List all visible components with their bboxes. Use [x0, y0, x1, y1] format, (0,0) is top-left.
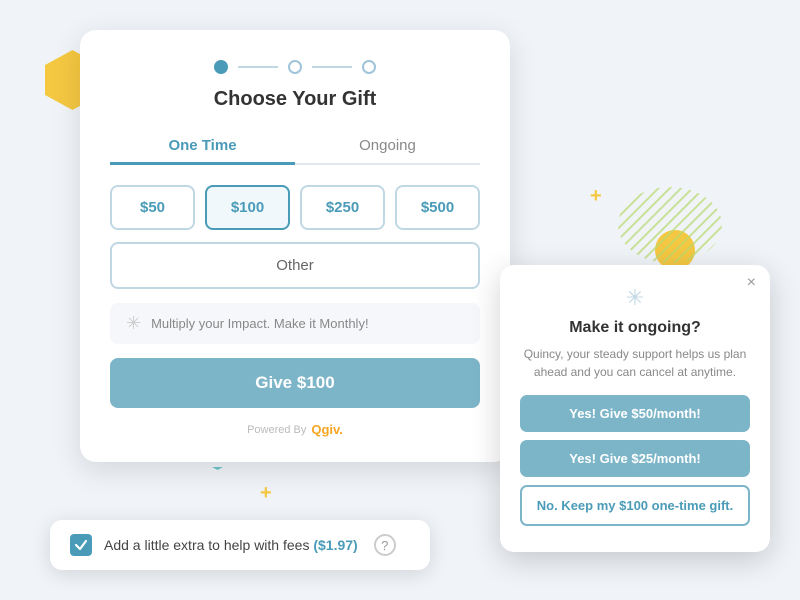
fees-amount: ($1.97) — [313, 537, 357, 553]
step-2 — [288, 60, 302, 74]
amount-grid: $50 $100 $250 $500 — [110, 185, 480, 230]
amount-btn-100[interactable]: $100 — [205, 185, 290, 230]
step-line-1 — [238, 66, 278, 68]
help-icon[interactable]: ? — [374, 534, 396, 556]
step-3 — [362, 60, 376, 74]
fees-text: Add a little extra to help with fees — [104, 537, 313, 553]
card-title: Choose Your Gift — [110, 88, 480, 111]
popup-btn-keep[interactable]: No. Keep my $100 one-time gift. — [520, 485, 750, 526]
plus-decoration-3: + — [260, 482, 272, 505]
powered-by: Powered By Qgiv. — [110, 422, 480, 437]
plus-decoration-2: + — [590, 185, 602, 208]
step-line-2 — [312, 66, 352, 68]
promo-text: Multiply your Impact. Make it Monthly! — [151, 316, 368, 331]
give-button[interactable]: Give $100 — [110, 358, 480, 408]
popup-modal: × ✳ Make it ongoing? Quincy, your steady… — [500, 265, 770, 552]
fees-row: Add a little extra to help with fees ($1… — [50, 520, 430, 570]
monthly-promo: ✳ Multiply your Impact. Make it Monthly! — [110, 303, 480, 344]
step-1 — [214, 60, 228, 74]
main-card: Choose Your Gift One Time Ongoing $50 $1… — [80, 30, 510, 462]
powered-by-label: Powered By — [247, 424, 306, 436]
popup-close-button[interactable]: × — [747, 275, 756, 291]
fees-label: Add a little extra to help with fees ($1… — [104, 537, 358, 553]
amount-btn-250[interactable]: $250 — [300, 185, 385, 230]
tab-ongoing[interactable]: Ongoing — [295, 129, 480, 165]
popup-title: Make it ongoing? — [520, 319, 750, 337]
promo-icon: ✳ — [126, 313, 141, 334]
amount-btn-500[interactable]: $500 — [395, 185, 480, 230]
amount-btn-50[interactable]: $50 — [110, 185, 195, 230]
other-button[interactable]: Other — [110, 242, 480, 289]
fees-checkbox[interactable] — [70, 534, 92, 556]
popup-icon: ✳ — [520, 285, 750, 311]
tabs: One Time Ongoing — [110, 129, 480, 165]
give-button-amount: $100 — [297, 373, 335, 392]
stripes-decoration — [615, 185, 725, 265]
popup-btn-50[interactable]: Yes! Give $50/month! — [520, 395, 750, 432]
popup-description: Quincy, your steady support helps us pla… — [520, 345, 750, 381]
qgiv-logo: Qgiv. — [311, 422, 343, 437]
progress-steps — [110, 60, 480, 74]
popup-btn-25[interactable]: Yes! Give $25/month! — [520, 440, 750, 477]
tab-one-time[interactable]: One Time — [110, 129, 295, 165]
give-button-prefix: Give — [255, 373, 297, 392]
